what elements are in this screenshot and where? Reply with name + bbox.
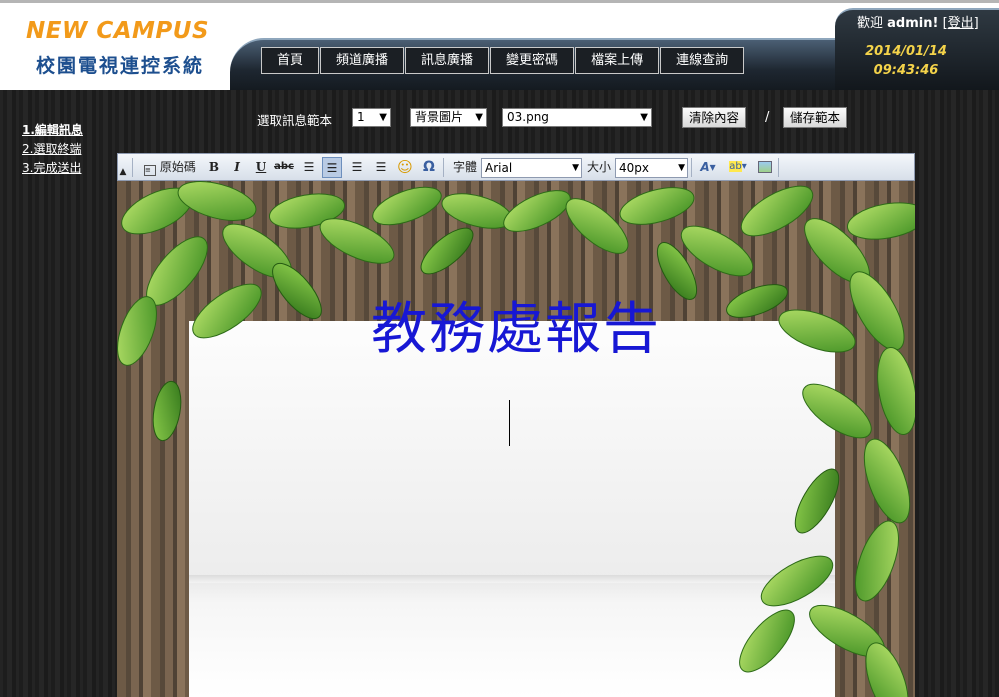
menu-change-password[interactable]: 變更密碼 — [490, 47, 575, 74]
size-label: 大小 — [586, 160, 611, 174]
image-icon[interactable] — [755, 157, 775, 178]
welcome-message: 歡迎 admin! [登出] — [857, 12, 979, 31]
align-center-icon[interactable]: ☰ — [322, 157, 342, 178]
editor-toolbar: ▲ ≡ 原始碼 B I U abc ☰ ☰ ☰ ☰ ☺ Ω 字體 Arial ▼ … — [117, 153, 915, 181]
special-char-icon[interactable]: Ω — [419, 157, 439, 178]
highlight-icon[interactable]: ab▾ — [724, 157, 752, 178]
background-file-value: 03.png — [507, 110, 549, 124]
background-mode-value: 背景圖片 — [415, 110, 464, 124]
menu-home[interactable]: 首頁 — [261, 47, 320, 74]
italic-icon[interactable]: I — [227, 157, 247, 178]
step-list: 1.編輯訊息 2.選取終端 3.完成送出 — [22, 121, 83, 178]
dropdown-arrow-icon: ▼ — [678, 163, 685, 173]
menu-connection-query[interactable]: 連線查詢 — [660, 47, 745, 74]
logout-link[interactable]: 登出 — [948, 16, 974, 31]
main-menu: 首頁 頻道廣播 訊息廣播 變更密碼 檔案上傳 連線查詢 — [261, 47, 745, 74]
menu-channel-broadcast[interactable]: 頻道廣播 — [320, 47, 405, 74]
background-file-select[interactable]: 03.png ▼ — [502, 108, 652, 127]
step-select-terminal[interactable]: 2.選取終端 — [22, 140, 83, 159]
editor-canvas[interactable] — [117, 181, 915, 697]
collapse-icon[interactable]: ▲ — [118, 162, 128, 183]
source-icon: ≡ — [144, 165, 156, 176]
separator-slash: / — [765, 110, 770, 125]
clock-time: 09:43:46 — [873, 63, 939, 78]
clear-content-button[interactable]: 清除內容 — [682, 107, 747, 128]
bold-icon[interactable]: B — [204, 157, 224, 178]
app-window: NEW CAMPUS 校園電視連控系統 歡迎 admin! [登出] 2014/… — [0, 0, 999, 697]
dropdown-arrow-icon: ▼ — [572, 163, 579, 173]
leaf-decoration — [117, 181, 915, 697]
clock-date: 2014/01/14 — [865, 44, 947, 59]
username: admin! — [887, 16, 939, 31]
align-justify-icon[interactable]: ☰ — [371, 157, 391, 178]
save-template-button[interactable]: 儲存範本 — [783, 107, 848, 128]
welcome-prefix: 歡迎 — [857, 16, 884, 31]
underline-icon[interactable]: U — [251, 157, 271, 178]
font-color-icon[interactable]: A▾ — [694, 157, 722, 178]
step-send[interactable]: 3.完成送出 — [22, 159, 83, 178]
template-select-value: 1 — [357, 110, 365, 124]
source-button[interactable]: ≡ 原始碼 — [144, 157, 204, 178]
dropdown-arrow-icon: ▼ — [475, 112, 483, 123]
step-edit-message[interactable]: 1.編輯訊息 — [22, 121, 83, 140]
logo-english: NEW CAMPUS — [26, 18, 210, 44]
dropdown-arrow-icon: ▼ — [379, 112, 387, 123]
dropdown-arrow-icon: ▼ — [640, 112, 648, 123]
font-size-select[interactable]: 40px ▼ — [615, 158, 688, 178]
font-family-value: Arial — [485, 161, 513, 175]
source-label: 原始碼 — [159, 160, 196, 174]
logo-chinese: 校園電視連控系統 — [36, 55, 205, 77]
editor-title-text[interactable]: 教務處報告 — [117, 284, 915, 365]
menu-file-upload[interactable]: 檔案上傳 — [575, 47, 660, 74]
menu-message-broadcast[interactable]: 訊息廣播 — [405, 47, 490, 74]
template-label: 選取訊息範本 — [257, 113, 333, 128]
font-family-select[interactable]: Arial ▼ — [481, 158, 582, 178]
align-right-icon[interactable]: ☰ — [347, 157, 367, 178]
align-left-icon[interactable]: ☰ — [299, 157, 319, 178]
logout-bracket-close: ] — [973, 16, 979, 31]
font-size-value: 40px — [619, 161, 649, 175]
font-label: 字體 — [452, 160, 477, 174]
background-mode-select[interactable]: 背景圖片 ▼ — [410, 108, 487, 127]
template-select[interactable]: 1 ▼ — [352, 108, 391, 127]
strikethrough-icon[interactable]: abc — [274, 157, 294, 178]
text-caret — [509, 400, 510, 446]
emoticon-icon[interactable]: ☺ — [395, 157, 415, 178]
